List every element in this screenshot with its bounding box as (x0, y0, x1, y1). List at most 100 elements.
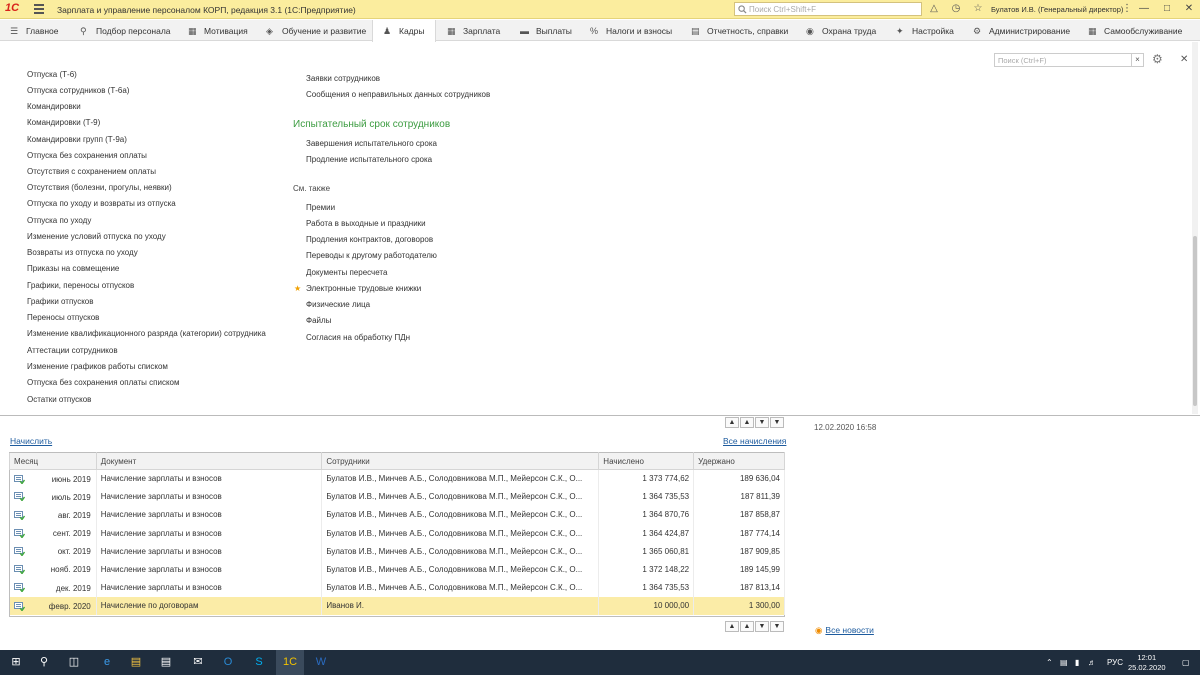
col-employees[interactable]: Сотрудники (321, 452, 600, 470)
panel-search-input[interactable]: Поиск (Ctrl+F) (994, 53, 1132, 67)
language-indicator[interactable]: РУС (1107, 658, 1123, 667)
edge-icon[interactable]: e (93, 650, 121, 675)
nav-last-icon[interactable]: ▼ (770, 621, 784, 632)
menu-item-motivation[interactable]: ▦ Мотивация (188, 20, 248, 41)
link-vacation-schedules-transfers[interactable]: Графики, переносы отпусков (27, 281, 134, 290)
link-employer-transfers[interactable]: Переводы к другому работодателю (306, 251, 437, 260)
link-group-trips-t9a[interactable]: Командировки групп (Т-9а) (27, 135, 127, 144)
menu-item-salary[interactable]: ▦ Зарплата (447, 20, 500, 41)
nav-up-icon[interactable]: ▲ (740, 621, 754, 632)
nav-last-icon[interactable]: ▼ (770, 417, 784, 428)
link-vacation-transfers[interactable]: Переносы отпусков (27, 313, 99, 322)
link-weekend-work[interactable]: Работа в выходные и праздники (306, 219, 426, 228)
link-vacations-t6[interactable]: Отпуска (Т-6) (27, 70, 77, 79)
table-row[interactable]: авг. 2019 Начисление зарплаты и взносов Бу… (9, 505, 785, 525)
link-combination-orders[interactable]: Приказы на совмещение (27, 264, 119, 273)
link-recalculation-documents[interactable]: Документы пересчета (306, 268, 387, 277)
nav-first-icon[interactable]: ▲ (725, 417, 739, 428)
maximize-icon[interactable]: □ (1160, 2, 1174, 16)
panel-scrollbar[interactable] (1192, 42, 1198, 414)
nav-down-icon[interactable]: ▼ (755, 417, 769, 428)
notifications-icon[interactable]: ▢ (1182, 658, 1190, 667)
menu-item-administration[interactable]: ⚙ Администрирование (973, 20, 1070, 41)
panel-settings-gear-icon[interactable]: ⚙ (1152, 52, 1163, 66)
link-unpaid-leave-list[interactable]: Отпуска без сохранения оплаты списком (27, 378, 180, 387)
current-user[interactable]: Булатов И.В. (Генеральный директор) (991, 5, 1123, 14)
settings-dots-icon[interactable]: ⋮ (1120, 2, 1134, 16)
menu-item-education[interactable]: ◈ Обучение и развитие (266, 20, 366, 41)
link-electronic-workbooks[interactable]: Электронные трудовые книжки (306, 284, 421, 293)
link-files[interactable]: Файлы (306, 316, 331, 325)
col-month[interactable]: Месяц (9, 452, 97, 470)
table-row[interactable]: июль 2019 Начисление зарплаты и взносов Бу… (9, 487, 785, 506)
link-parental-leave-returns-list[interactable]: Возвраты из отпуска по уходу (27, 248, 138, 257)
menu-item-self-service[interactable]: ▦ Самообслуживание (1088, 20, 1182, 41)
battery-icon[interactable]: ▮ (1075, 658, 1079, 667)
file-explorer-icon[interactable]: ▤ (122, 650, 150, 675)
panel-close-icon[interactable]: ✕ (1180, 54, 1188, 65)
table-row[interactable]: дек. 2019 Начисление зарплаты и взносов Бу… (9, 578, 785, 597)
col-deducted[interactable]: Удержано (693, 452, 785, 470)
clear-search-icon[interactable]: × (1132, 53, 1144, 67)
link-employee-requests[interactable]: Заявки сотрудников (306, 74, 380, 83)
link-individuals[interactable]: Физические лица (306, 300, 370, 309)
link-employee-vacations-t6a[interactable]: Отпуска сотрудников (Т-6а) (27, 86, 129, 95)
tray-expand-icon[interactable]: ⌃ (1046, 658, 1053, 667)
menu-item-hr[interactable]: ♟ Кадры (372, 20, 436, 42)
scrollbar-thumb[interactable] (1193, 236, 1197, 406)
main-menu-icon[interactable] (34, 4, 44, 14)
menu-item-recruiting[interactable]: ⚲ Подбор персонала (80, 20, 171, 41)
link-business-trips-t9[interactable]: Командировки (Т-9) (27, 118, 100, 127)
task-view-icon[interactable]: ◫ (60, 650, 88, 675)
link-bonuses[interactable]: Премии (306, 203, 335, 212)
1c-logo[interactable]: 1С (5, 2, 27, 16)
outlook-icon[interactable]: O (214, 650, 242, 675)
link-probation-completion[interactable]: Завершения испытательного срока (306, 139, 437, 148)
link-qualification-change[interactable]: Изменение квалификационного разряда (кат… (27, 329, 266, 338)
link-personal-data-consents[interactable]: Согласия на обработку ПДн (306, 333, 410, 342)
link-business-trips[interactable]: Командировки (27, 102, 81, 111)
favorite-star-icon[interactable]: ★ (294, 284, 301, 293)
link-parental-leave[interactable]: Отпуска по уходу (27, 216, 91, 225)
minimize-icon[interactable]: — (1137, 2, 1151, 16)
table-row[interactable]: окт. 2019 Начисление зарплаты и взносов Бу… (9, 542, 785, 561)
all-news-link[interactable]: ◉ Все новости (815, 625, 874, 636)
link-contract-extensions[interactable]: Продления контрактов, договоров (306, 235, 433, 244)
menu-item-settings[interactable]: ✦ Настройка (896, 20, 954, 41)
history-icon[interactable]: ◷ (950, 3, 962, 15)
nav-first-icon[interactable]: ▲ (725, 621, 739, 632)
nav-down-icon[interactable]: ▼ (755, 621, 769, 632)
menu-item-payments[interactable]: ▬ Выплаты (520, 20, 572, 41)
taskbar-search-icon[interactable]: ⚲ (30, 650, 58, 675)
col-accrued[interactable]: Начислено (598, 452, 695, 470)
windows-start-icon[interactable]: ⊞ (2, 650, 30, 675)
menu-item-taxes[interactable]: % Налоги и взносы (590, 20, 672, 41)
link-vacation-balances[interactable]: Остатки отпусков (27, 395, 91, 404)
link-paid-absences[interactable]: Отсутствия с сохранением оплаты (27, 167, 156, 176)
link-work-schedule-changes[interactable]: Изменение графиков работы списком (27, 362, 168, 371)
1c-taskbar-icon[interactable]: 1C (276, 650, 304, 675)
menu-item-reports[interactable]: ▤ Отчетность, справки (691, 20, 788, 41)
word-icon[interactable]: W (307, 650, 335, 675)
link-vacation-schedules[interactable]: Графики отпусков (27, 297, 94, 306)
table-row[interactable]: февр. 2020 Начисление по договорам Иванов … (9, 596, 785, 615)
accrue-link[interactable]: Начислить (10, 436, 52, 446)
all-accruals-link[interactable]: Все начисления (723, 436, 786, 446)
link-unpaid-leave[interactable]: Отпуска без сохранения оплаты (27, 151, 147, 160)
probation-group-title[interactable]: Испытательный срок сотрудников (293, 119, 450, 130)
link-absences[interactable]: Отсутствия (болезни, прогулы, неявки) (27, 183, 172, 192)
table-row[interactable]: июнь 2019 Начисление зарплаты и взносов Бу… (9, 469, 785, 488)
table-row[interactable]: нояб. 2019 Начисление зарплаты и взносов Б… (9, 560, 785, 579)
favorites-star-icon[interactable]: ☆ (972, 3, 984, 15)
volume-icon[interactable]: ♬ (1088, 658, 1096, 667)
nav-up-icon[interactable]: ▲ (740, 417, 754, 428)
link-parental-leave-returns[interactable]: Отпуска по уходу и возвраты из отпуска (27, 199, 176, 208)
skype-icon[interactable]: S (245, 650, 273, 675)
close-icon[interactable]: ✕ (1182, 2, 1196, 16)
link-parental-leave-changes[interactable]: Изменение условий отпуска по уходу (27, 232, 166, 241)
menu-item-labor-safety[interactable]: ◉ Охрана труда (806, 20, 876, 41)
link-attestations[interactable]: Аттестации сотрудников (27, 346, 118, 355)
menu-item-main[interactable]: ☰ Главное (10, 20, 58, 41)
table-row[interactable]: сент. 2019 Начисление зарплаты и взносов Б… (9, 524, 785, 543)
network-icon[interactable]: ▤ (1060, 658, 1068, 667)
